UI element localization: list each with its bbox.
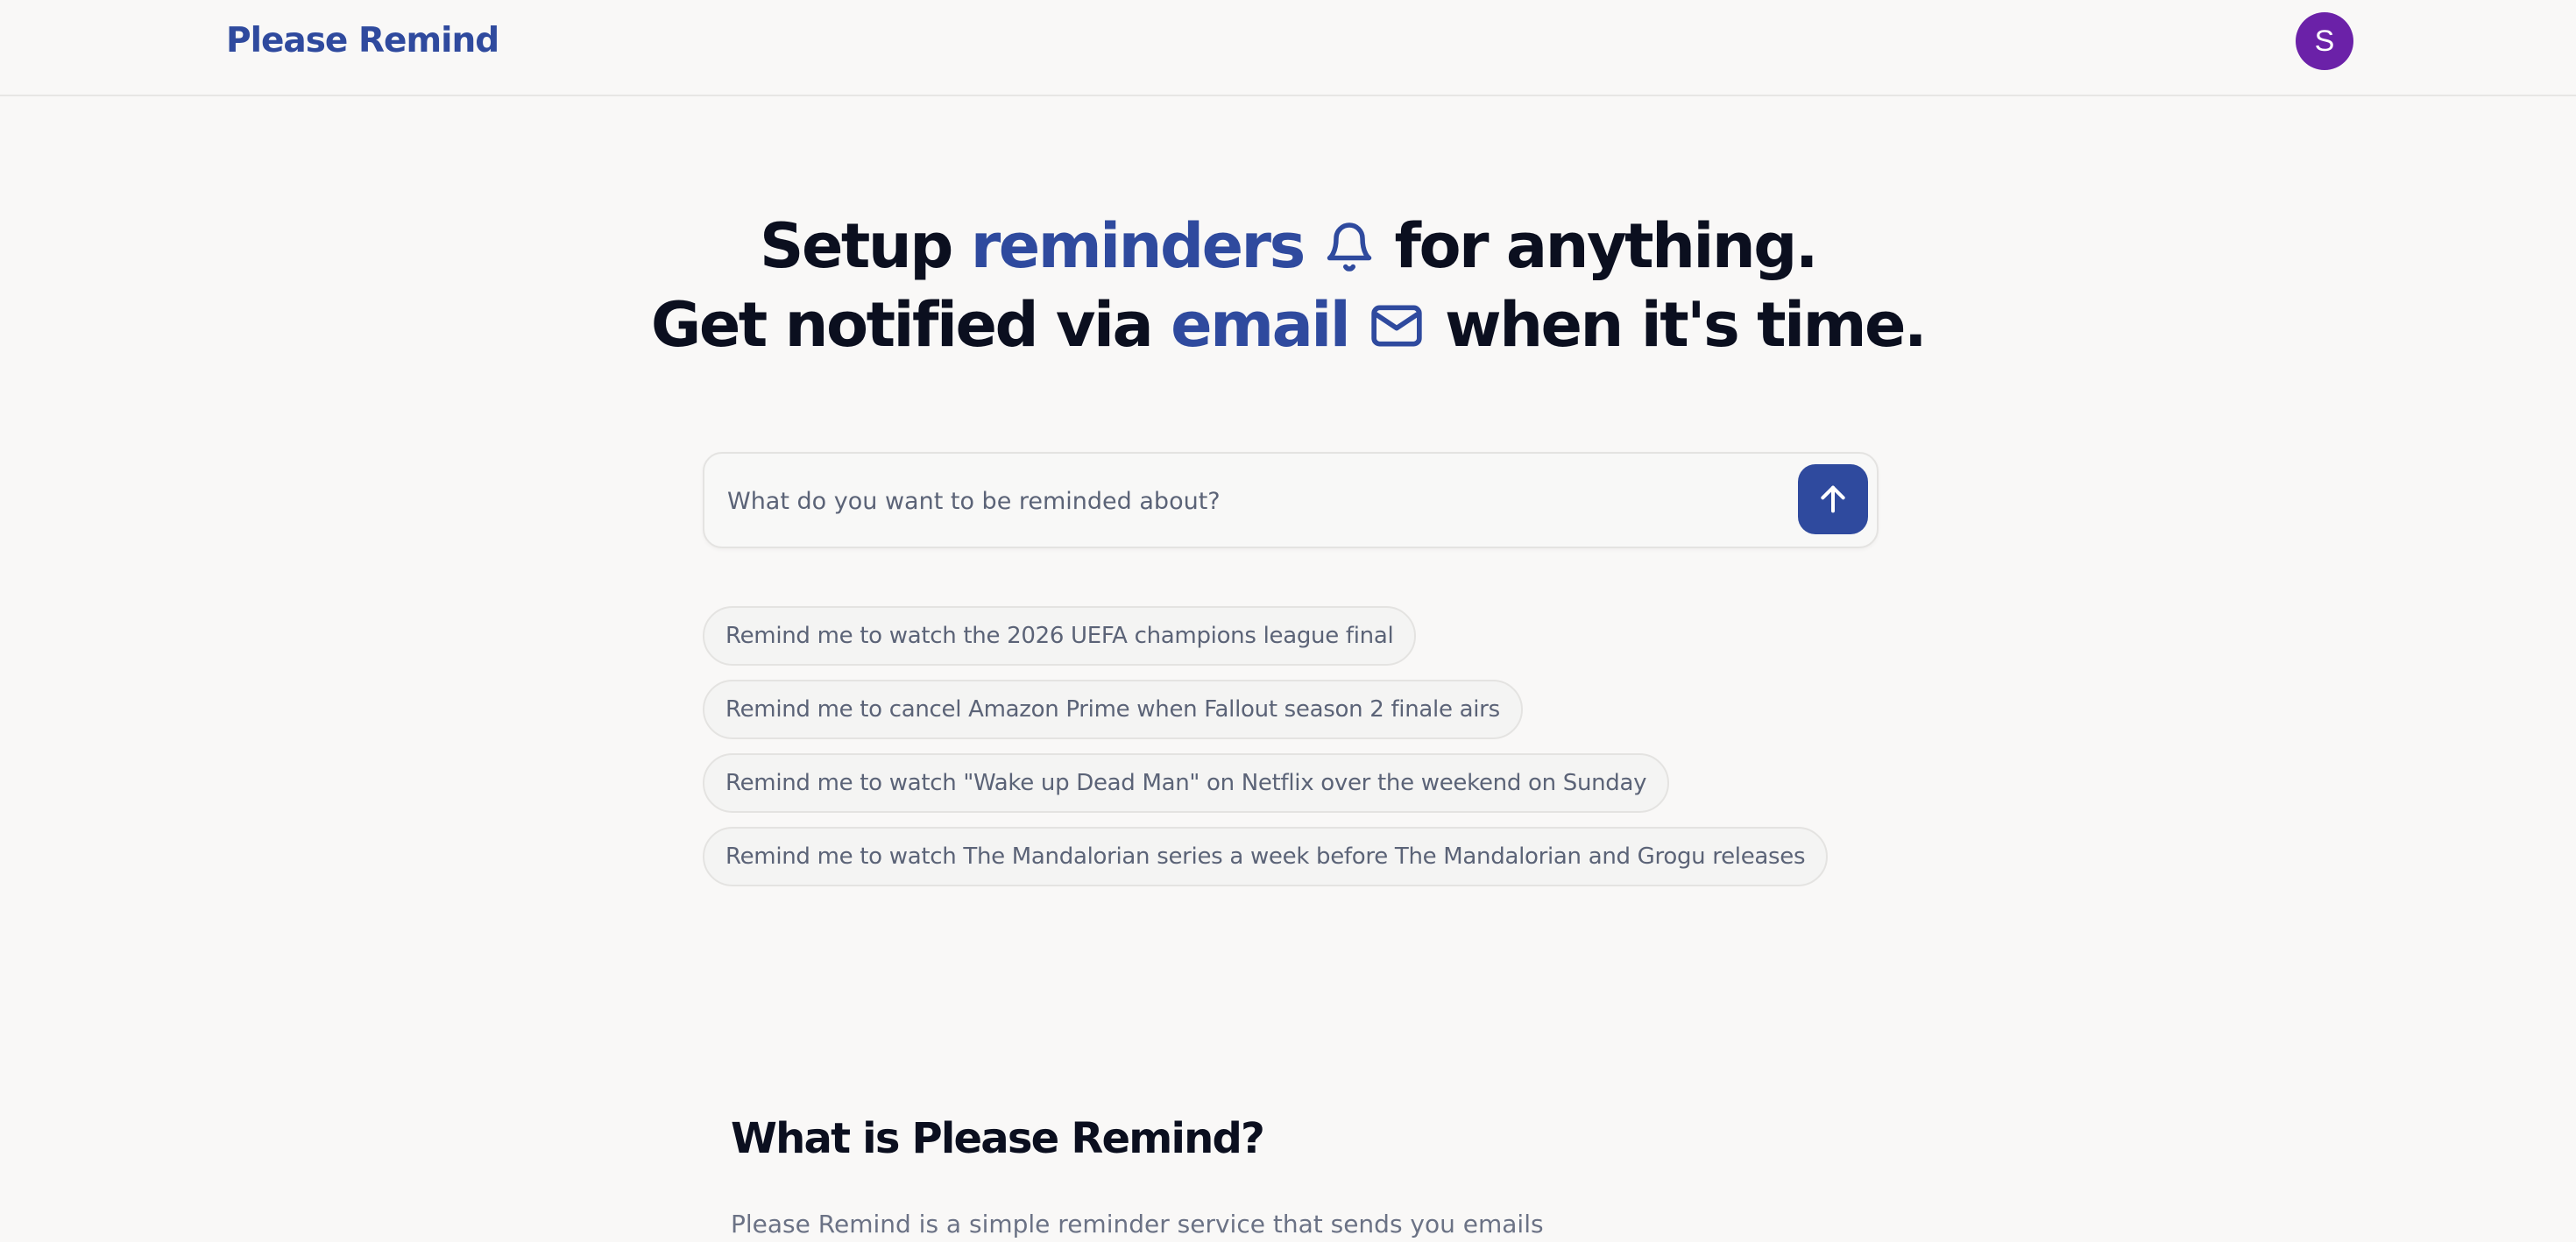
suggestion-chip[interactable]: Remind me to watch the 2026 UEFA champio… bbox=[703, 606, 1417, 666]
hero-accent-email: email bbox=[1171, 289, 1351, 361]
envelope-icon bbox=[1371, 305, 1422, 347]
bell-icon bbox=[1327, 222, 1371, 272]
suggestion-chip[interactable]: Remind me to watch The Mandalorian serie… bbox=[703, 827, 1829, 886]
about-heading: What is Please Remind? bbox=[731, 1114, 1265, 1163]
site-logo[interactable]: Please Remind bbox=[226, 19, 499, 63]
hero-line-2: Get notified via email when it's time. bbox=[0, 286, 2576, 364]
hero-line-1: Setup reminders for anything. bbox=[0, 207, 2576, 286]
hero-heading: Setup reminders for anything. Get notifi… bbox=[0, 207, 2576, 364]
hero-text: for anything. bbox=[1375, 210, 1818, 282]
user-avatar[interactable]: S bbox=[2296, 12, 2353, 70]
hero-text: Get notified via bbox=[650, 289, 1171, 361]
reminder-input[interactable] bbox=[725, 478, 1763, 524]
submit-reminder-button[interactable] bbox=[1798, 464, 1868, 534]
hero-text: when it's time. bbox=[1426, 289, 1928, 361]
hero-accent-reminders: reminders bbox=[970, 210, 1306, 282]
suggestion-chip[interactable]: Remind me to watch "Wake up Dead Man" on… bbox=[703, 753, 1670, 813]
suggestion-list: Remind me to watch the 2026 UEFA champio… bbox=[703, 606, 1829, 900]
suggestion-chip[interactable]: Remind me to cancel Amazon Prime when Fa… bbox=[703, 680, 1523, 739]
arrow-up-icon bbox=[1821, 485, 1845, 513]
hero-text: Setup bbox=[760, 210, 971, 282]
reminder-prompt-box bbox=[703, 452, 1879, 548]
about-text: Please Remind is a simple reminder servi… bbox=[731, 1210, 1544, 1238]
top-nav: Please Remind S bbox=[0, 0, 2576, 96]
